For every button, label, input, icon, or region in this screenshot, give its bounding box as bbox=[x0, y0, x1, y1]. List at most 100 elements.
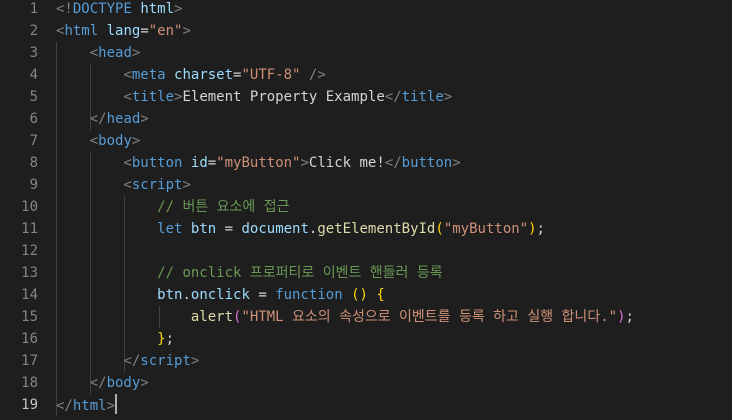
code-line[interactable]: <head> bbox=[56, 42, 634, 64]
code-token: > bbox=[300, 155, 309, 171]
code-token: > bbox=[443, 89, 453, 105]
code-token: { bbox=[376, 287, 385, 303]
code-token: id bbox=[190, 155, 208, 171]
code-line[interactable]: </script> bbox=[56, 350, 634, 372]
code-token: ; bbox=[536, 221, 545, 237]
code-token: function bbox=[275, 287, 343, 303]
code-token: > bbox=[131, 45, 141, 61]
line-number: 12 bbox=[21, 243, 38, 259]
code-line[interactable]: <html lang="en"> bbox=[56, 20, 634, 42]
code-line[interactable]: // onclick 프로퍼티로 이벤트 핸들러 등록 bbox=[56, 262, 634, 284]
code-token: > bbox=[106, 398, 116, 414]
code-token: < bbox=[89, 45, 99, 61]
code-token: title bbox=[131, 89, 175, 105]
code-token: > bbox=[174, 1, 183, 17]
code-token: "en" bbox=[148, 23, 183, 39]
code-token: // onclick 프로퍼티로 이벤트 핸들러 등록 bbox=[157, 265, 443, 281]
code-token: body bbox=[98, 133, 132, 149]
line-number: 14 bbox=[21, 287, 38, 303]
code-line[interactable]: <button id="myButton">Click me!</button> bbox=[56, 152, 634, 174]
code-token: "myButton" bbox=[216, 155, 301, 171]
code-token: > bbox=[140, 375, 149, 391]
code-line[interactable]: <script> bbox=[56, 174, 634, 196]
code-token: "UTF-8" bbox=[241, 67, 301, 83]
code-line[interactable]: // 버튼 요소에 접근 bbox=[56, 196, 634, 218]
code-line[interactable]: <!DOCTYPE html> bbox=[56, 0, 634, 20]
code-token: > bbox=[140, 111, 149, 127]
code-token: = bbox=[249, 287, 276, 303]
line-number: 9 bbox=[29, 177, 38, 193]
code-token: = bbox=[216, 221, 242, 237]
code-line[interactable]: </html> bbox=[56, 394, 634, 416]
code-token: button bbox=[131, 155, 183, 171]
code-line[interactable]: btn.onclick = function () { bbox=[56, 284, 634, 306]
code-token: DOCTYPE bbox=[72, 1, 132, 17]
line-number: 11 bbox=[21, 221, 38, 237]
code-token: < bbox=[123, 89, 132, 105]
code-token: < bbox=[123, 177, 132, 193]
line-number: 8 bbox=[29, 155, 38, 171]
line-number: 3 bbox=[29, 45, 38, 61]
code-token: html bbox=[72, 398, 107, 414]
line-number: 13 bbox=[21, 265, 38, 281]
code-token: () bbox=[351, 287, 368, 303]
code-token: </ bbox=[384, 89, 402, 105]
line-number: 2 bbox=[29, 23, 38, 39]
code-token: script bbox=[140, 353, 191, 369]
code-line[interactable] bbox=[56, 240, 634, 262]
code-line[interactable]: alert("HTML 요소의 속성으로 이벤트를 등록 하고 실행 합니다."… bbox=[56, 306, 634, 328]
code-token: </ bbox=[384, 155, 402, 171]
code-token: > bbox=[182, 177, 191, 193]
line-number: 19 bbox=[21, 397, 38, 413]
text-cursor bbox=[115, 394, 118, 414]
line-number: 5 bbox=[29, 89, 38, 105]
code-token: > bbox=[452, 155, 461, 171]
code-token: ( bbox=[435, 221, 444, 237]
code-token: ; bbox=[625, 309, 634, 325]
code-line[interactable]: }; bbox=[56, 328, 634, 350]
code-token: Click me! bbox=[308, 155, 385, 171]
code-token: /> bbox=[300, 67, 326, 83]
code-token: ; bbox=[165, 331, 175, 347]
code-token: lang bbox=[106, 23, 141, 39]
code-line[interactable]: </head> bbox=[56, 108, 634, 130]
code-token: ) bbox=[528, 221, 537, 237]
code-token: btn bbox=[190, 221, 217, 237]
code-token: "HTML 요소의 속성으로 이벤트를 등록 하고 실행 합니다." bbox=[241, 309, 618, 325]
code-token: > bbox=[190, 353, 200, 369]
line-number: 18 bbox=[21, 375, 38, 391]
code-line[interactable]: <meta charset="UTF-8" /> bbox=[56, 64, 634, 86]
code-line[interactable]: let btn = document.getElementById("myBut… bbox=[56, 218, 634, 240]
code-token: let bbox=[157, 221, 183, 237]
code-line[interactable]: <title>Element Property Example</title> bbox=[56, 86, 634, 108]
code-line[interactable]: <body> bbox=[56, 130, 634, 152]
code-token: } bbox=[157, 331, 166, 347]
code-token: onclick bbox=[190, 287, 250, 303]
code-token: </ bbox=[89, 111, 107, 127]
code-token: body bbox=[106, 375, 141, 391]
code-token: title bbox=[401, 89, 444, 105]
code-token: btn bbox=[157, 287, 183, 303]
line-number-gutter: 1 2 3 4 5 6 7 8 9 10 11 12 13 14 15 16 17 18 19 bbox=[0, 0, 38, 416]
line-number: 1 bbox=[29, 1, 38, 17]
code-area[interactable]: <!DOCTYPE html> <html lang="en"> <head> <… bbox=[56, 0, 634, 416]
code-line[interactable]: </body> bbox=[56, 372, 634, 394]
line-number: 17 bbox=[21, 353, 38, 369]
line-number: 7 bbox=[29, 133, 38, 149]
code-editor[interactable]: 1 2 3 4 5 6 7 8 9 10 11 12 13 14 15 16 17 18 19 <!DOCTYPE … bbox=[0, 0, 732, 420]
code-token: charset bbox=[174, 67, 234, 83]
